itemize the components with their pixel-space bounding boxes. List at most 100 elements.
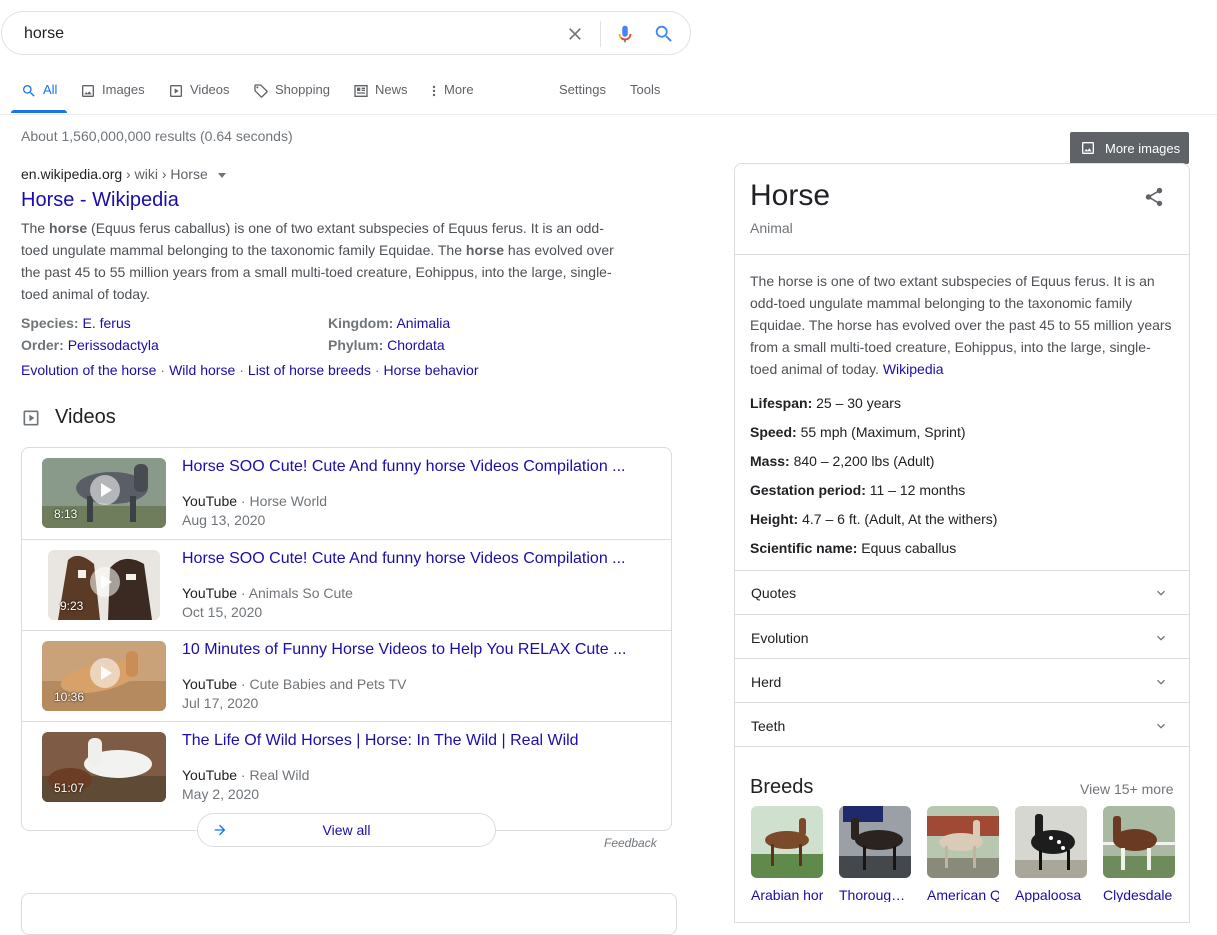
snippet-bold: horse — [465, 242, 505, 258]
breed-image[interactable] — [927, 806, 999, 878]
video-channel: Real Wild — [249, 767, 310, 783]
breed-card-clydesdale[interactable]: Clydesdale horse — [1103, 806, 1175, 902]
play-icon — [170, 85, 182, 97]
accordion-herd[interactable]: Herd — [735, 660, 1189, 704]
fact-link[interactable]: Chordata — [387, 337, 445, 353]
sitelink[interactable]: Horse behavior — [384, 362, 479, 378]
tab-shopping[interactable]: Shopping — [253, 82, 330, 110]
breed-card-appaloosa[interactable]: Appaloosa — [1015, 806, 1087, 902]
more-images-button[interactable]: More images — [1070, 132, 1189, 164]
panel-fact-gestation: Gestation period: 11 – 12 months — [750, 482, 965, 498]
accordion-evolution[interactable]: Evolution — [735, 616, 1189, 660]
panel-fact-scientific-name: Scientific name: Equus caballus — [750, 540, 956, 556]
breed-name[interactable]: Clydesdale horse — [1103, 888, 1175, 902]
video-title[interactable]: 10 Minutes of Funny Horse Videos to Help… — [182, 641, 626, 659]
view-all-button[interactable]: View all — [197, 813, 496, 847]
sitelink[interactable]: Wild horse — [169, 362, 235, 378]
breeds-view-more-link[interactable]: View 15+ more — [1080, 781, 1174, 797]
accordion-teeth[interactable]: Teeth — [735, 704, 1189, 748]
image-icon — [1082, 142, 1094, 154]
tab-label: Shopping — [275, 82, 330, 97]
video-channel: Horse World — [249, 493, 328, 509]
video-item[interactable]: 51:07 The Life Of Wild Horses | Horse: I… — [22, 721, 671, 813]
tab-all[interactable]: All — [21, 82, 57, 110]
video-channel: Cute Babies and Pets TV — [249, 676, 407, 692]
video-duration: 8:13 — [54, 507, 78, 521]
breed-image[interactable] — [1103, 806, 1175, 878]
fact-link[interactable]: Animalia — [396, 315, 450, 331]
video-title[interactable]: Horse SOO Cute! Cute And funny horse Vid… — [182, 550, 626, 568]
mic-icon[interactable] — [614, 22, 636, 46]
panel-title: Horse — [750, 179, 831, 212]
play-button-icon[interactable] — [90, 567, 120, 597]
video-thumbnail[interactable]: 8:13 — [42, 458, 166, 528]
breed-name[interactable]: American Quarter Horse — [927, 888, 999, 902]
accordion-label: Herd — [751, 674, 782, 690]
search-divider — [600, 21, 601, 47]
play-icon — [23, 410, 39, 425]
result-snippet: The horse (Equus ferus caballus) is one … — [21, 217, 621, 305]
play-button-icon[interactable] — [90, 658, 120, 688]
tab-label: Videos — [190, 82, 230, 97]
panel-subtitle: Animal — [750, 220, 793, 236]
chevron-down-icon — [1157, 723, 1165, 729]
breed-card-american-quarter-horse[interactable]: American Quarter Horse — [927, 806, 999, 902]
panel-fact-key: Speed: — [750, 424, 797, 440]
search-input[interactable] — [22, 21, 526, 47]
video-source: YouTube · Horse World — [182, 493, 327, 509]
panel-fact-value: 840 – 2,200 lbs (Adult) — [793, 453, 935, 469]
search-box[interactable] — [1, 11, 691, 55]
breed-card-thoroughbred[interactable]: Thoroughbred — [839, 806, 911, 902]
video-duration: 9:23 — [60, 599, 84, 613]
breed-name[interactable]: Arabian horse — [751, 888, 823, 902]
sitelink-separator: · — [239, 362, 244, 378]
fact-link[interactable]: E. ferus — [82, 315, 130, 331]
tab-news[interactable]: News — [353, 82, 408, 110]
video-thumbnail[interactable]: 9:23 — [48, 550, 160, 620]
accordion-quotes[interactable]: Quotes — [735, 571, 1189, 615]
wikipedia-link[interactable]: Wikipedia — [883, 361, 944, 377]
breed-image[interactable] — [751, 806, 823, 878]
video-platform: YouTube — [182, 767, 238, 783]
panel-fact-value: Equus caballus — [861, 540, 957, 556]
tab-tools[interactable]: Tools — [630, 82, 660, 110]
caret-down-icon[interactable] — [217, 172, 226, 178]
breed-image[interactable] — [1015, 806, 1087, 878]
fact-order: Order: Perissodactyla — [21, 334, 159, 356]
video-carousel: 8:13 Horse SOO Cute! Cute And funny hors… — [21, 447, 672, 831]
panel-description-text: The horse is one of two extant subspecie… — [750, 273, 1172, 377]
breed-card-arabian[interactable]: Arabian horse — [751, 806, 823, 902]
fact-link[interactable]: Perissodactyla — [68, 337, 159, 353]
panel-fact-key: Mass: — [750, 453, 790, 469]
result-title[interactable]: Horse - Wikipedia — [21, 189, 179, 212]
video-thumbnail[interactable]: 10:36 — [42, 641, 166, 711]
feedback-link[interactable]: Feedback — [604, 836, 657, 850]
result-url[interactable]: en.wikipedia.org › wiki › Horse — [21, 166, 226, 182]
video-title[interactable]: Horse SOO Cute! Cute And funny horse Vid… — [182, 458, 626, 476]
breed-name[interactable]: Thoroughbred — [839, 888, 911, 902]
video-item[interactable]: 10:36 10 Minutes of Funny Horse Videos t… — [22, 630, 671, 722]
sitelinks: Evolution of the horse · Wild horse · List o… — [21, 361, 478, 379]
result-domain: en.wikipedia.org — [21, 166, 123, 182]
breed-name[interactable]: Appaloosa — [1015, 888, 1087, 902]
video-thumbnail[interactable]: 51:07 — [42, 732, 166, 802]
play-button-icon[interactable] — [90, 475, 120, 505]
clear-icon[interactable] — [565, 24, 585, 44]
sitelink-separator: · — [374, 362, 380, 378]
video-date: Jul 17, 2020 — [182, 695, 259, 711]
tab-videos[interactable]: Videos — [168, 82, 230, 110]
video-source: YouTube · Real Wild — [182, 767, 309, 783]
breed-image[interactable] — [839, 806, 911, 878]
tab-more[interactable]: More — [428, 82, 474, 110]
video-channel: Animals So Cute — [248, 585, 353, 601]
video-title[interactable]: The Life Of Wild Horses | Horse: In The … — [182, 732, 579, 750]
sitelink[interactable]: Evolution of the horse — [21, 362, 156, 378]
panel-divider — [735, 614, 1189, 615]
video-item[interactable]: 8:13 Horse SOO Cute! Cute And funny hors… — [22, 448, 671, 539]
video-item[interactable]: 9:23 Horse SOO Cute! Cute And funny hors… — [22, 539, 671, 631]
share-icon[interactable] — [1143, 186, 1165, 208]
tab-images[interactable]: Images — [80, 82, 145, 110]
search-icon[interactable] — [653, 23, 675, 45]
sitelink[interactable]: List of horse breeds — [248, 362, 371, 378]
tab-settings[interactable]: Settings — [559, 82, 606, 110]
